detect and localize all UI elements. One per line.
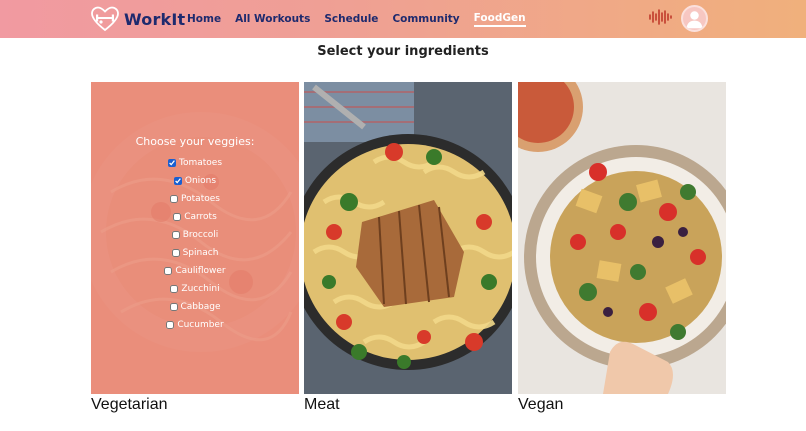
veggie-checkbox-onions[interactable] [173, 177, 182, 185]
veggie-item-potatoes: Potatoes [91, 190, 299, 208]
veggie-label[interactable]: Potatoes [181, 194, 220, 204]
veggie-label[interactable]: Cabbage [181, 302, 221, 312]
veggies-list: Tomatoes Onions Potatoes Carrots Broccol… [91, 154, 299, 334]
veggie-checkbox-potatoes[interactable] [170, 195, 179, 203]
vegetarian-card[interactable]: Choose your veggies: Tomatoes Onions Pot… [91, 82, 299, 394]
user-icon [686, 11, 703, 29]
meat-card[interactable] [304, 82, 512, 394]
veggie-label[interactable]: Tomatoes [179, 158, 222, 168]
veggie-item-tomatoes: Tomatoes [91, 154, 299, 172]
veggie-checkbox-cauliflower[interactable] [164, 267, 173, 275]
veggie-item-zucchini: Zucchini [91, 280, 299, 298]
veggie-item-spinach: Spinach [91, 244, 299, 262]
veggie-item-cucumber: Cucumber [91, 316, 299, 334]
vegetarian-label[interactable]: Vegetarian [91, 396, 168, 414]
veggie-checkbox-tomatoes[interactable] [167, 159, 176, 167]
veggie-label[interactable]: Broccoli [183, 230, 219, 240]
veggie-item-onions: Onions [91, 172, 299, 190]
veggie-label[interactable]: Spinach [183, 248, 219, 258]
brand-name: WorkIt [124, 9, 186, 29]
veggie-item-broccoli: Broccoli [91, 226, 299, 244]
veggie-label[interactable]: Cucumber [177, 320, 223, 330]
veggies-title: Choose your veggies: [135, 135, 255, 148]
veggie-checkbox-cucumber[interactable] [166, 321, 175, 329]
veggie-checkbox-broccoli[interactable] [171, 231, 180, 239]
veggie-label[interactable]: Zucchini [181, 284, 219, 294]
veggie-item-cauliflower: Cauliflower [91, 262, 299, 280]
vegan-salad-image [518, 82, 726, 394]
audio-wave-icon[interactable] [648, 8, 674, 26]
heart-dumbbell-icon [91, 6, 119, 32]
nav-all-workouts[interactable]: All Workouts [235, 13, 310, 25]
nav-schedule[interactable]: Schedule [324, 13, 378, 25]
veggie-checkbox-zucchini[interactable] [170, 285, 179, 293]
veggie-item-carrots: Carrots [91, 208, 299, 226]
brand-logo[interactable]: WorkIt [90, 5, 185, 33]
veggie-label[interactable]: Onions [185, 176, 216, 186]
veggie-label[interactable]: Cauliflower [175, 266, 225, 276]
vegan-label[interactable]: Vegan [518, 396, 563, 414]
page-title: Select your ingredients [317, 44, 489, 59]
nav-home[interactable]: Home [187, 13, 221, 25]
veggie-checkbox-spinach[interactable] [171, 249, 180, 257]
user-avatar[interactable] [681, 5, 708, 32]
meat-pasta-image [304, 82, 512, 394]
veggie-label[interactable]: Carrots [184, 212, 217, 222]
meat-label[interactable]: Meat [304, 396, 340, 414]
veggie-checkbox-cabbage[interactable] [169, 303, 178, 311]
vegan-card[interactable] [518, 82, 726, 394]
veggie-item-cabbage: Cabbage [91, 298, 299, 316]
veggie-checkbox-carrots[interactable] [173, 213, 182, 221]
navbar: WorkIt Home All Workouts Schedule Commun… [0, 0, 806, 38]
nav-community[interactable]: Community [392, 13, 459, 25]
nav-foodgen[interactable]: FoodGen [473, 12, 526, 27]
nav-links: Home All Workouts Schedule Community Foo… [187, 0, 540, 38]
